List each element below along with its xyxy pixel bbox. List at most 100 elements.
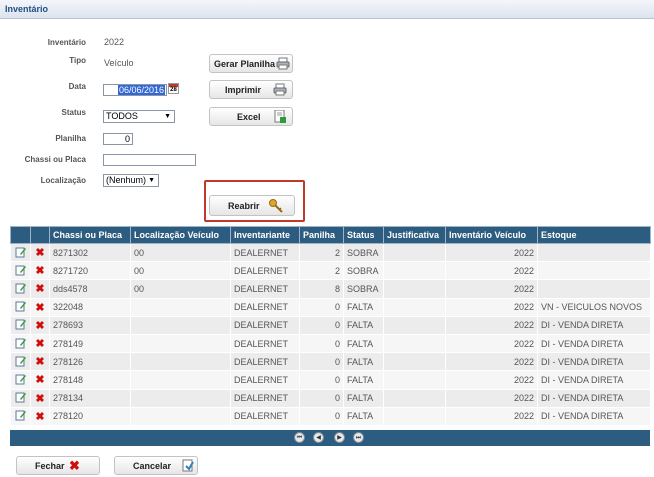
cell-estoque: DI - VENDA DIRETA bbox=[537, 352, 651, 372]
edit-icon[interactable] bbox=[15, 391, 27, 403]
column-header bbox=[10, 226, 31, 244]
chassi-label: Chassi ou Placa bbox=[24, 155, 86, 164]
cell-estoque: DI - VENDA DIRETA bbox=[537, 406, 651, 426]
table-row[interactable]: ✖ 278126 DEALERNET 0 FALTA 2022 DI - VENDA DIR… bbox=[10, 352, 651, 372]
edit-icon[interactable] bbox=[15, 409, 27, 421]
cancel-icon bbox=[182, 459, 194, 472]
table-row[interactable]: ✖ 278148 DEALERNET 0 FALTA 2022 DI - VENDA DIR… bbox=[10, 370, 651, 390]
delete-icon[interactable]: ✖ bbox=[35, 283, 44, 295]
column-header: Estoque bbox=[537, 226, 651, 244]
table-row[interactable]: ✖ 278134 DEALERNET 0 FALTA 2022 DI - VENDA DIR… bbox=[10, 388, 651, 408]
cell-inventario: 2022 bbox=[445, 352, 538, 372]
cell-inventariante: DEALERNET bbox=[230, 406, 300, 426]
cell-chassi: 8271302 bbox=[49, 242, 131, 263]
inventory-table: Chassi ou Placa Localização Veículo Invent… bbox=[10, 226, 651, 426]
excel-button[interactable]: Excel bbox=[209, 107, 293, 126]
reabrir-button[interactable]: Reabrir bbox=[209, 195, 295, 216]
delete-icon[interactable]: ✖ bbox=[35, 302, 44, 314]
table-row[interactable]: ✖ 8271302 00 DEALERNET 2 SOBRA 2022 bbox=[10, 242, 651, 263]
cell-status: FALTA bbox=[343, 388, 384, 408]
cell-inventario: 2022 bbox=[445, 333, 538, 354]
planilha-input[interactable]: 0 bbox=[103, 133, 133, 145]
gerar-planilha-button[interactable]: Gerar Planilha bbox=[209, 54, 293, 73]
first-page-icon[interactable]: ⏮ bbox=[294, 432, 305, 443]
cell-panilha: 0 bbox=[299, 370, 344, 390]
status-select[interactable]: TODOS ▼ bbox=[103, 110, 175, 123]
cell-localizacao bbox=[130, 315, 231, 335]
data-label: Data bbox=[68, 82, 86, 91]
cell-estoque: DI - VENDA DIRETA bbox=[537, 315, 651, 335]
cell-chassi: dds4578 bbox=[49, 279, 131, 299]
cell-status: FALTA bbox=[343, 297, 384, 317]
cell-justificativa bbox=[383, 352, 446, 372]
cell-panilha: 0 bbox=[299, 315, 344, 335]
edit-icon[interactable] bbox=[15, 246, 27, 258]
cell-justificativa bbox=[383, 406, 446, 426]
delete-icon[interactable]: ✖ bbox=[35, 320, 44, 332]
delete-icon[interactable]: ✖ bbox=[35, 265, 44, 277]
cell-chassi: 278126 bbox=[49, 352, 131, 372]
last-page-icon[interactable]: ⏭ bbox=[353, 432, 364, 443]
cell-localizacao bbox=[130, 352, 231, 372]
edit-icon[interactable] bbox=[15, 300, 27, 312]
table-row[interactable]: ✖ 278120 DEALERNET 0 FALTA 2022 DI - VENDA DIR… bbox=[10, 406, 651, 426]
delete-icon[interactable]: ✖ bbox=[35, 247, 44, 259]
cell-inventariante: DEALERNET bbox=[230, 315, 300, 335]
edit-icon[interactable] bbox=[15, 373, 27, 385]
cell-inventario: 2022 bbox=[445, 315, 538, 335]
column-header: Inventário Veículo bbox=[445, 226, 538, 244]
cell-justificativa bbox=[383, 242, 446, 263]
delete-icon[interactable]: ✖ bbox=[35, 356, 44, 368]
cell-inventariante: DEALERNET bbox=[230, 279, 300, 299]
edit-icon[interactable] bbox=[15, 318, 27, 330]
cell-inventariante: DEALERNET bbox=[230, 333, 300, 354]
next-page-icon[interactable]: ▶ bbox=[334, 432, 345, 443]
column-header: Chassi ou Placa bbox=[49, 226, 131, 244]
table-row[interactable]: ✖ 8271720 00 DEALERNET 2 SOBRA 2022 bbox=[10, 261, 651, 281]
cell-localizacao bbox=[130, 297, 231, 317]
table-row[interactable]: ✖ 278693 DEALERNET 0 FALTA 2022 DI - VENDA DIR… bbox=[10, 315, 651, 335]
table-row[interactable]: ✖ 322048 DEALERNET 0 FALTA 2022 VN - VEICULOS … bbox=[10, 297, 651, 317]
chevron-down-icon: ▼ bbox=[148, 177, 155, 184]
edit-icon[interactable] bbox=[15, 282, 27, 294]
delete-icon[interactable]: ✖ bbox=[35, 411, 44, 423]
edit-icon[interactable] bbox=[15, 264, 27, 276]
delete-icon[interactable]: ✖ bbox=[35, 393, 44, 405]
edit-icon[interactable] bbox=[15, 337, 27, 349]
localizacao-select[interactable]: (Nenhum) ▼ bbox=[103, 174, 159, 187]
table-row[interactable]: ✖ dds4578 00 DEALERNET 8 SOBRA 2022 bbox=[10, 279, 651, 299]
chassi-input[interactable] bbox=[103, 154, 196, 166]
tipo-value: Veículo bbox=[104, 58, 134, 68]
date-input[interactable]: 06/06/2016 bbox=[103, 84, 167, 96]
table-header-row: Chassi ou Placa Localização Veículo Invent… bbox=[10, 226, 651, 244]
cell-inventario: 2022 bbox=[445, 242, 538, 263]
cell-inventario: 2022 bbox=[445, 406, 538, 426]
cell-inventariante: DEALERNET bbox=[230, 242, 300, 263]
cell-estoque: VN - VEICULOS NOVOS bbox=[537, 297, 651, 317]
delete-icon[interactable]: ✖ bbox=[35, 374, 44, 386]
cell-inventariante: DEALERNET bbox=[230, 388, 300, 408]
close-icon: ✖ bbox=[69, 458, 80, 473]
cell-estoque: DI - VENDA DIRETA bbox=[537, 333, 651, 354]
cell-localizacao: 00 bbox=[130, 242, 231, 263]
calendar-icon[interactable]: 28 bbox=[168, 83, 179, 94]
cell-panilha: 0 bbox=[299, 388, 344, 408]
cell-inventariante: DEALERNET bbox=[230, 261, 300, 281]
edit-icon[interactable] bbox=[15, 355, 27, 367]
table-pager: ⏮ ◀ ▶ ⏭ bbox=[10, 430, 650, 446]
table-row[interactable]: ✖ 278149 DEALERNET 0 FALTA 2022 DI - VENDA DIR… bbox=[10, 333, 651, 354]
window-titlebar: Inventário bbox=[0, 0, 654, 19]
tipo-label: Tipo bbox=[69, 56, 86, 65]
delete-icon[interactable]: ✖ bbox=[35, 338, 44, 350]
prev-page-icon[interactable]: ◀ bbox=[313, 432, 324, 443]
imprimir-button[interactable]: Imprimir bbox=[209, 80, 293, 99]
cell-inventariante: DEALERNET bbox=[230, 370, 300, 390]
cell-status: SOBRA bbox=[343, 261, 384, 281]
cell-status: FALTA bbox=[343, 406, 384, 426]
cell-justificativa bbox=[383, 388, 446, 408]
fechar-button[interactable]: Fechar ✖ bbox=[16, 456, 100, 475]
cell-chassi: 278148 bbox=[49, 370, 131, 390]
cell-justificativa bbox=[383, 333, 446, 354]
chevron-down-icon: ▼ bbox=[164, 113, 171, 120]
cancelar-button[interactable]: Cancelar bbox=[114, 456, 198, 475]
